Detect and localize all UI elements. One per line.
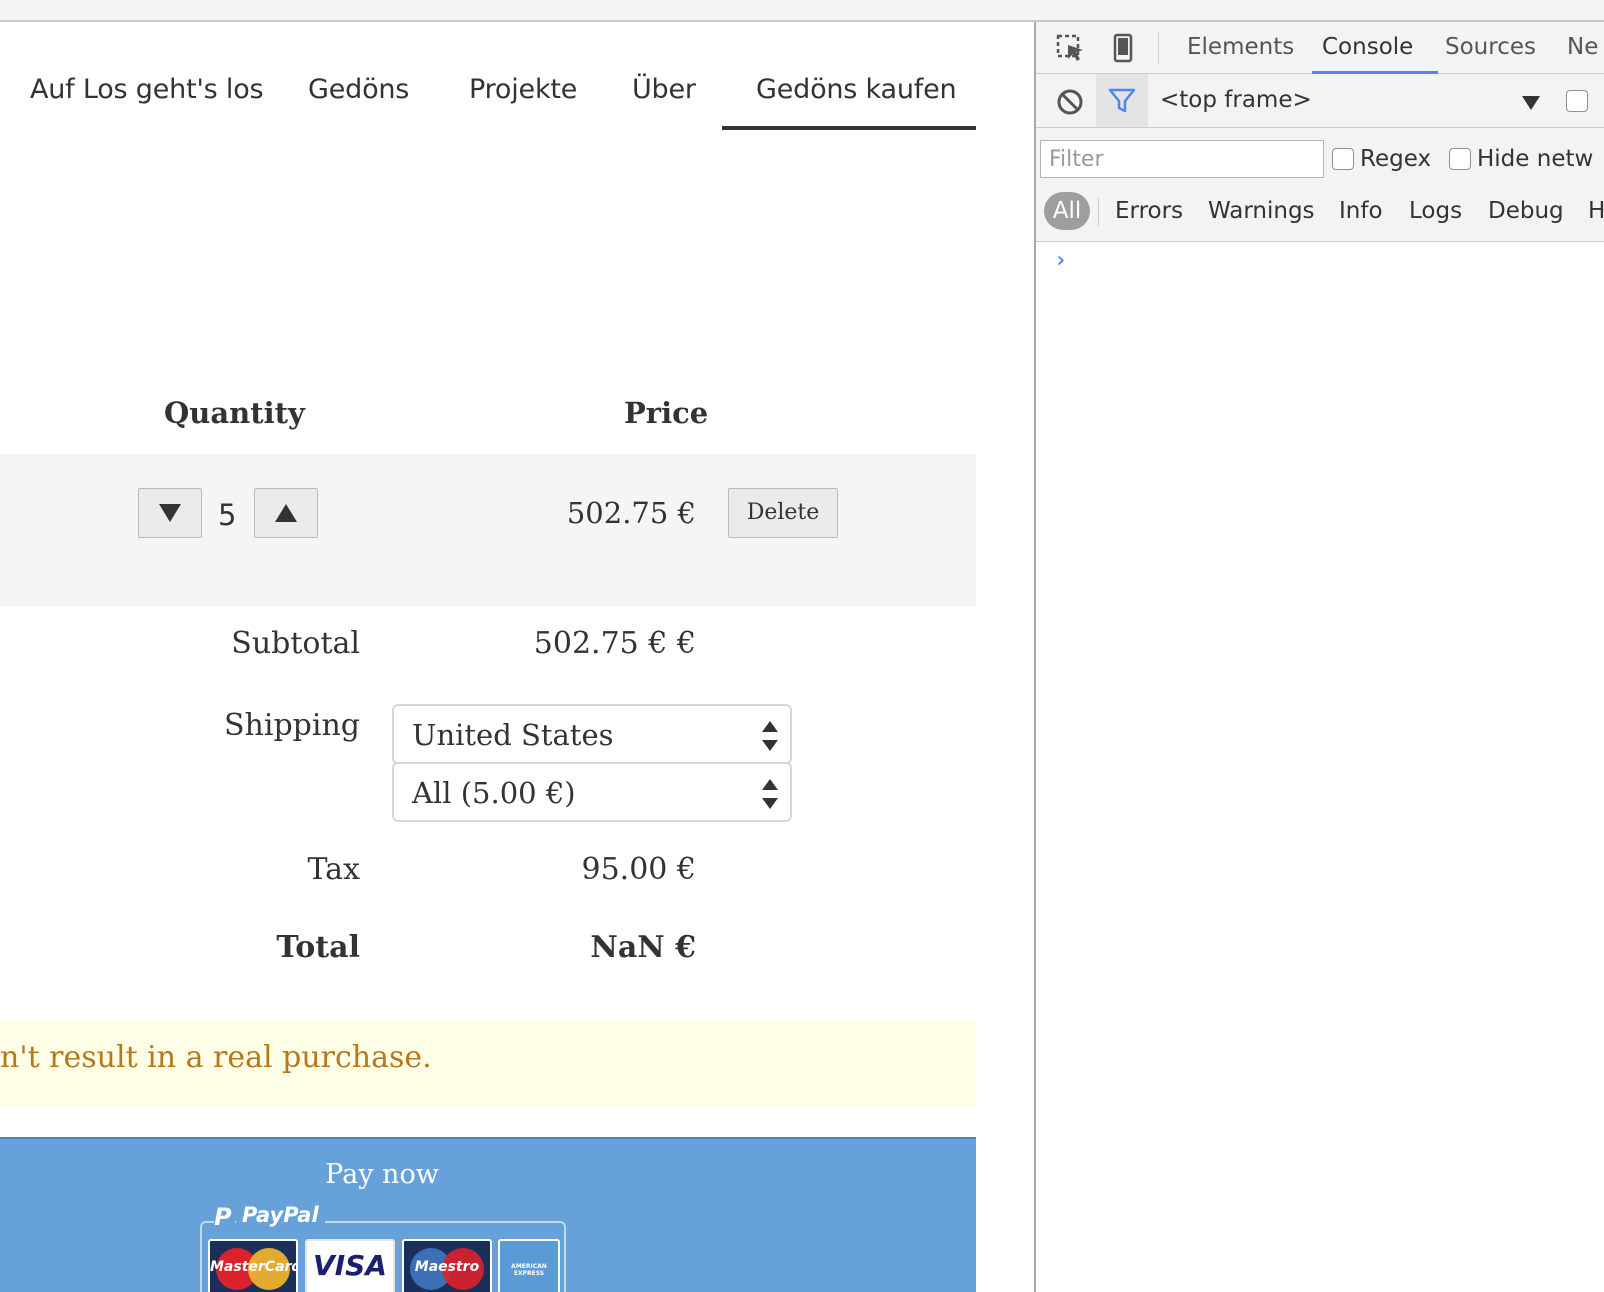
tab-network[interactable]: Ne: [1567, 34, 1598, 60]
filter-toggle-button[interactable]: [1096, 74, 1148, 127]
notice-text: n't result in a real purchase.: [0, 1040, 432, 1075]
level-info[interactable]: Info: [1339, 198, 1383, 224]
subtotal-label: Subtotal: [231, 626, 360, 661]
nav-item-ueber[interactable]: Über: [632, 74, 696, 105]
paypal-p-icon: P: [214, 1203, 235, 1231]
visa-logo: VISA: [305, 1239, 395, 1292]
pay-now-label: Pay now: [325, 1159, 439, 1190]
total-label: Total: [276, 930, 360, 965]
nav-item-shop[interactable]: Gedöns kaufen: [756, 74, 957, 105]
tax-value: 95.00 €: [581, 852, 696, 887]
increase-quantity-button[interactable]: [254, 488, 318, 538]
console-toolbar: <top frame>: [1036, 74, 1604, 128]
shipping-method-value: All (5.00 €): [412, 776, 576, 810]
tab-console[interactable]: Console: [1322, 34, 1413, 60]
browser-top-bar: [0, 0, 1604, 22]
console-prompt[interactable]: ›: [1054, 248, 1067, 273]
shipping-country-value: United States: [412, 718, 614, 752]
level-divider: [1098, 198, 1099, 226]
hide-network-checkbox[interactable]: [1449, 148, 1471, 170]
nav-item-projekte[interactable]: Projekte: [469, 74, 577, 105]
quantity-value: 5: [218, 498, 237, 532]
preserve-log-checkbox[interactable]: [1566, 90, 1588, 112]
shipping-method-select[interactable]: All (5.00 €): [392, 762, 792, 822]
device-mode-icon[interactable]: [1112, 33, 1134, 68]
hide-network-label: Hide netw: [1477, 146, 1594, 172]
inspect-element-icon[interactable]: [1056, 34, 1086, 69]
tab-sources[interactable]: Sources: [1445, 34, 1536, 60]
tab-elements[interactable]: Elements: [1187, 34, 1294, 60]
triangle-down-icon: [159, 504, 181, 522]
context-selector-value[interactable]: <top frame>: [1160, 87, 1312, 113]
decrease-quantity-button[interactable]: [138, 488, 202, 538]
context-dropdown-icon[interactable]: [1522, 96, 1540, 110]
console-filter-bar: Regex Hide netw All Errors Warnings Info…: [1036, 128, 1604, 242]
select-arrows-icon: [762, 779, 778, 809]
subtotal-value: 502.75 € €: [533, 626, 696, 661]
row-price: 502.75 €: [566, 496, 696, 530]
nav-item-start[interactable]: Auf Los geht's los: [30, 74, 264, 105]
test-mode-notice: n't result in a real purchase.: [0, 1020, 976, 1106]
level-warnings[interactable]: Warnings: [1208, 198, 1315, 224]
clear-console-icon[interactable]: [1056, 88, 1084, 121]
shipping-label: Shipping: [224, 708, 360, 743]
triangle-up-icon: [275, 504, 297, 522]
regex-checkbox[interactable]: [1332, 148, 1354, 170]
nav-active-underline: [722, 126, 976, 130]
regex-label: Regex: [1360, 146, 1432, 172]
total-value: NaN €: [590, 930, 696, 965]
level-errors[interactable]: Errors: [1115, 198, 1183, 224]
toolbar-divider: [1158, 32, 1159, 64]
level-handled[interactable]: H: [1588, 198, 1604, 224]
devtools-tab-bar: Elements Console Sources Ne: [1036, 22, 1604, 74]
amex-logo: AMERICAN EXPRESS: [498, 1239, 560, 1292]
tax-label: Tax: [307, 852, 361, 887]
level-debug[interactable]: Debug: [1488, 198, 1564, 224]
delete-button[interactable]: Delete: [728, 488, 838, 538]
devtools-panel: Elements Console Sources Ne <top frame> …: [1034, 22, 1604, 1292]
shop-page: Auf Los geht's los Gedöns Projekte Über …: [0, 22, 1034, 1292]
pay-now-button[interactable]: Pay now PayPal P MasterCard VISA Maestro…: [0, 1137, 976, 1292]
filter-input[interactable]: [1040, 140, 1324, 178]
quantity-header: Quantity: [164, 396, 305, 430]
shipping-country-select[interactable]: United States: [392, 704, 792, 764]
maestro-logo: Maestro: [402, 1239, 492, 1292]
nav-item-gedoens[interactable]: Gedöns: [308, 74, 409, 105]
mastercard-logo: MasterCard: [208, 1239, 298, 1292]
level-logs[interactable]: Logs: [1409, 198, 1462, 224]
level-all-button[interactable]: All: [1044, 192, 1090, 230]
price-header: Price: [624, 396, 709, 430]
paypal-logo: PayPal: [236, 1203, 325, 1227]
select-arrows-icon: [762, 721, 778, 751]
